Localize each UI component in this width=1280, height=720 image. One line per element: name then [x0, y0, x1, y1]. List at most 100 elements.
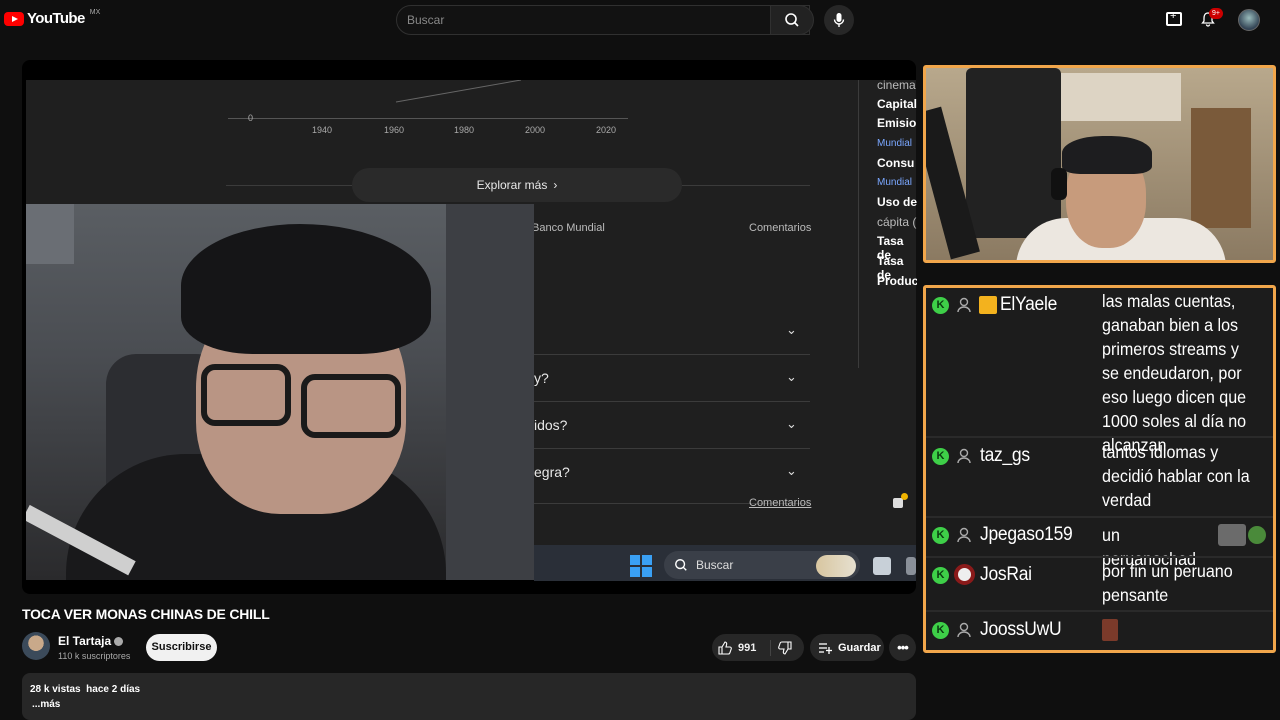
divider: [226, 185, 352, 186]
description-meta: 28 k vistas hace 2 días: [30, 684, 140, 695]
like-count: 991: [738, 642, 757, 654]
stat-label: Consu: [877, 156, 915, 170]
chat-username[interactable]: Jpegaso159: [980, 524, 1073, 546]
wall-frame: [26, 204, 74, 264]
more-horizontal-icon: •••: [897, 640, 909, 655]
stat-source: Mundial: [877, 138, 913, 149]
vertical-divider: [858, 80, 859, 368]
search-button[interactable]: [770, 5, 814, 35]
like-button[interactable]: 991: [718, 638, 768, 658]
chat-username[interactable]: JosRai: [980, 564, 1032, 586]
emote-icon: [1248, 526, 1266, 544]
divider: [534, 401, 810, 402]
top-bar: YouTube MX Buscar 9+: [0, 0, 1280, 40]
chat-username[interactable]: JoossUwU: [980, 619, 1062, 641]
chat-row-divider: [926, 556, 1273, 558]
chat-message: por fin un peruano pensante: [1102, 561, 1233, 605]
kick-badge-icon: K: [932, 448, 949, 465]
more-actions-button[interactable]: •••: [889, 634, 916, 661]
search-icon: [675, 559, 687, 571]
thumbs-down-icon[interactable]: [778, 641, 792, 655]
divider: [534, 448, 810, 449]
comments-link[interactable]: Comentarios: [749, 497, 811, 509]
channel-name[interactable]: El Tartaja: [58, 634, 124, 648]
youtube-logo[interactable]: YouTube MX: [4, 9, 101, 27]
kick-badge-icon: K: [932, 567, 949, 584]
divider: [682, 185, 810, 186]
subscriber-count: 110 k suscriptores: [58, 651, 131, 661]
chart-tick-label: 1940: [312, 125, 333, 135]
chevron-down-icon[interactable]: ⌄: [786, 369, 797, 385]
save-label: Guardar: [838, 641, 881, 654]
person-hair: [181, 224, 431, 354]
chat-username[interactable]: taz_gs: [980, 445, 1030, 467]
alert-dot-icon: [901, 493, 908, 500]
notification-badge: 9+: [1209, 8, 1223, 19]
kick-badge-icon: K: [932, 527, 949, 544]
kick-badge-icon: K: [932, 622, 949, 639]
jacket: [966, 68, 1061, 238]
emote-icon: [1102, 619, 1118, 641]
channel-avatar[interactable]: [22, 632, 50, 660]
create-icon[interactable]: [1166, 10, 1182, 26]
explore-more-button[interactable]: Explorar más ›: [352, 168, 682, 202]
faq-item[interactable]: y?: [534, 370, 549, 386]
account-avatar[interactable]: [1238, 9, 1260, 31]
user-icon: [957, 297, 971, 313]
user-icon: [957, 527, 971, 543]
chevron-down-icon[interactable]: ⌄: [786, 416, 797, 432]
chart-tick-label: 0: [248, 113, 254, 123]
video-title: TOCA VER MONAS CHINAS DE CHILL: [22, 606, 270, 622]
streamer-webcam: [923, 65, 1276, 263]
stat-label: Produc: [877, 274, 917, 288]
search-input[interactable]: Buscar: [396, 5, 810, 35]
chat-row-divider: [926, 516, 1273, 518]
door-panel: [446, 204, 534, 580]
playlist-add-icon: [819, 642, 832, 654]
show-more-link[interactable]: ...más: [32, 699, 60, 710]
user-icon: [957, 448, 971, 464]
chevron-down-icon[interactable]: ⌄: [786, 322, 797, 338]
chat-message: las malas cuentas, ganaban bien a los pr…: [1102, 291, 1247, 455]
save-button[interactable]: Guardar: [810, 634, 884, 661]
chat-username[interactable]: ElYaele: [1000, 294, 1057, 316]
taskbar-widget-icon[interactable]: [816, 555, 856, 577]
description-box[interactable]: [22, 673, 916, 720]
like-divider: [770, 640, 771, 656]
windows-start-icon[interactable]: [630, 555, 652, 577]
thumbs-up-icon: [718, 641, 732, 655]
chart-trend-line: [395, 80, 522, 103]
chart-tick-label: 2000: [525, 125, 546, 135]
stat-label: cinema: [877, 78, 916, 92]
user-avatar: [954, 564, 975, 585]
stat-label: cápita (: [877, 215, 917, 229]
headphones: [1051, 168, 1067, 200]
chart-axis: [228, 118, 628, 119]
faq-item[interactable]: egra?: [534, 464, 570, 480]
chat-message: tantos idiomas y decidió hablar con la v…: [1102, 442, 1250, 510]
lock-icon: [893, 498, 903, 508]
glasses: [201, 364, 291, 426]
verified-icon: [114, 637, 124, 647]
shelf-right: [1191, 108, 1251, 228]
chat-panel: K ElYaele las malas cuentas, ganaban bie…: [923, 285, 1276, 653]
faq-item[interactable]: idos?: [534, 417, 567, 433]
chat-row-divider: [926, 436, 1273, 438]
taskbar-app-icon[interactable]: [906, 557, 916, 575]
channel-name-text: El Tartaja: [58, 634, 112, 648]
chat-row-divider: [926, 610, 1273, 612]
chart-tick-label: 2020: [596, 125, 617, 135]
subscribe-button[interactable]: Suscribirse: [146, 634, 217, 661]
chevron-down-icon[interactable]: ⌄: [786, 463, 797, 479]
stat-label: Uso de: [877, 195, 917, 209]
search-icon: [785, 13, 799, 27]
region-label: MX: [89, 9, 101, 16]
youtube-play-icon: [4, 11, 24, 26]
voice-search-button[interactable]: [824, 5, 854, 35]
upload-age: hace 2 días: [86, 684, 141, 695]
view-count: 28 k vistas: [30, 684, 81, 695]
stat-label: Capital: [877, 97, 917, 111]
glasses: [301, 374, 401, 438]
chart-tick-label: 1960: [384, 125, 405, 135]
taskbar-app-icon[interactable]: [873, 557, 891, 575]
